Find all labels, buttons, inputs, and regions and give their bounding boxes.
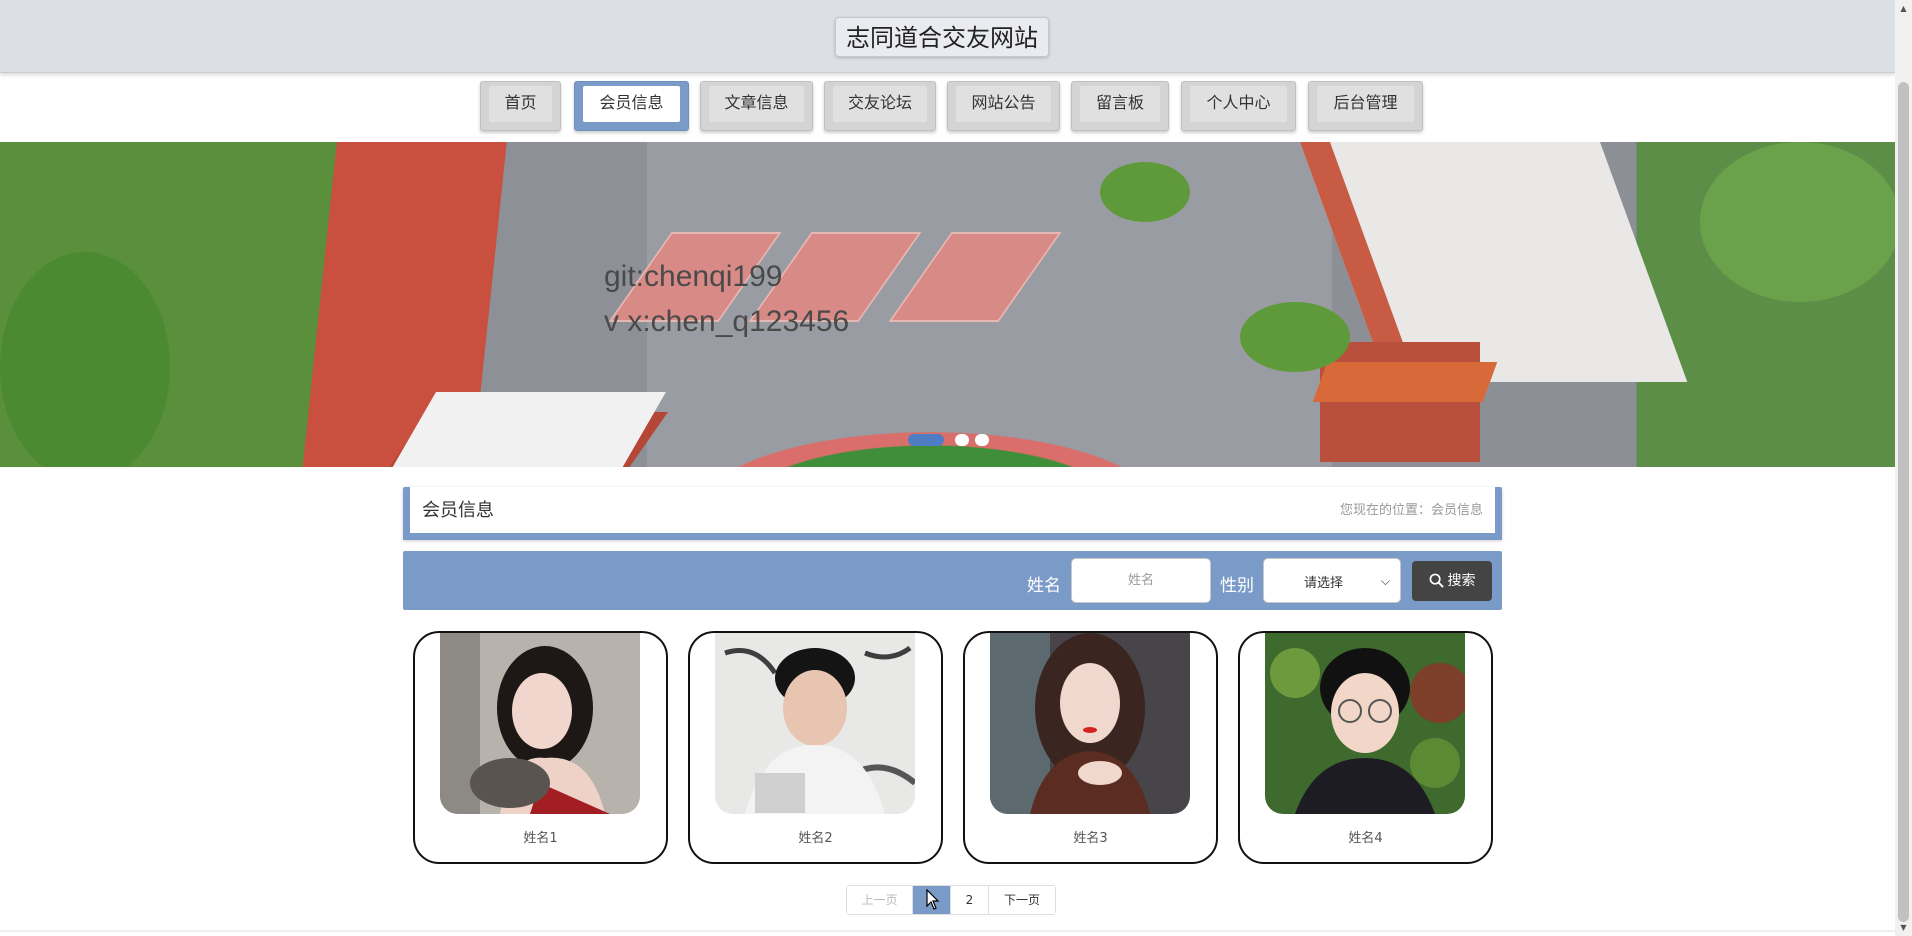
search-button-label: 搜索 <box>1447 573 1476 589</box>
pagination: 上一页 1 2 下一页 <box>846 885 1056 915</box>
member-photo-image <box>990 633 1190 814</box>
chevron-down-icon: ⌵ <box>1380 574 1390 588</box>
carousel-dot[interactable] <box>955 434 969 446</box>
nav-item-label: 交友论坛 <box>833 86 927 122</box>
banner-building <box>1320 342 1480 462</box>
member-photo[interactable] <box>990 633 1190 814</box>
page: 志同道合交友网站 首页 会员信息 文章信息 交友论坛 网站公告 留言板 个人中心… <box>0 0 1912 936</box>
nav-item-label: 个人中心 <box>1190 86 1287 122</box>
banner-caption: git:chenqi199 v x:chen_q123456 <box>604 254 849 344</box>
nav-item-label: 留言板 <box>1080 86 1160 122</box>
nav-item-label: 后台管理 <box>1317 86 1414 122</box>
site-title[interactable]: 志同道合交友网站 <box>835 17 1049 57</box>
banner-caption-line: v x:chen_q123456 <box>604 305 850 338</box>
banner-roof <box>1312 362 1498 402</box>
search-bar: 姓名 性别 请选择 ⌵ 搜索 <box>403 551 1502 610</box>
nav-item-articles[interactable]: 文章信息 <box>700 81 813 131</box>
name-search-input[interactable] <box>1071 558 1211 603</box>
scroll-down-icon[interactable]: ▼ <box>1895 919 1912 936</box>
scroll-up-icon[interactable]: ▲ <box>1895 0 1912 17</box>
next-page-button[interactable]: 下一页 <box>989 886 1055 914</box>
mouse-pointer-icon <box>926 889 940 910</box>
section-title: 会员信息 <box>422 500 494 521</box>
banner-carousel[interactable]: git:chenqi199 v x:chen_q123456 <box>0 142 1903 467</box>
breadcrumb: 您现在的位置：会员信息 <box>1339 503 1483 518</box>
member-card[interactable]: 姓名3 <box>963 631 1218 864</box>
member-photo-image <box>715 633 915 814</box>
banner-court <box>888 232 1062 322</box>
member-card[interactable]: 姓名2 <box>688 631 943 864</box>
member-photo[interactable] <box>1265 633 1465 814</box>
nav-item-guestbook[interactable]: 留言板 <box>1071 81 1169 131</box>
banner-trees <box>1100 162 1190 222</box>
nav-item-announcements[interactable]: 网站公告 <box>947 81 1060 131</box>
nav-item-admin[interactable]: 后台管理 <box>1308 81 1423 131</box>
nav-item-forum[interactable]: 交友论坛 <box>824 81 936 131</box>
banner-trees <box>1700 142 1900 302</box>
member-photo[interactable] <box>440 633 640 814</box>
member-name[interactable]: 姓名4 <box>1240 827 1491 846</box>
location-bar: 会员信息 您现在的位置：会员信息 <box>403 487 1502 540</box>
banner-trees <box>0 252 170 467</box>
gender-select-value: 请选择 <box>1304 576 1344 591</box>
banner-trees <box>1240 302 1350 372</box>
carousel-dot[interactable] <box>975 434 989 446</box>
carousel-dot[interactable] <box>908 434 944 446</box>
site-header: 志同道合交友网站 <box>0 0 1895 73</box>
main-nav: 首页 会员信息 文章信息 交友论坛 网站公告 留言板 个人中心 后台管理 <box>0 81 1895 131</box>
name-label: 姓名 <box>1027 576 1061 596</box>
prev-page-button[interactable]: 上一页 <box>847 886 913 914</box>
nav-item-label: 会员信息 <box>583 86 680 122</box>
scrollbar-thumb[interactable] <box>1898 82 1909 922</box>
nav-item-label: 首页 <box>489 86 552 122</box>
member-name[interactable]: 姓名2 <box>690 827 941 846</box>
member-photo[interactable] <box>715 633 915 814</box>
nav-item-home[interactable]: 首页 <box>480 81 561 131</box>
nav-item-personal-center[interactable]: 个人中心 <box>1181 81 1296 131</box>
gender-label: 性别 <box>1220 576 1254 596</box>
member-card[interactable]: 姓名4 <box>1238 631 1493 864</box>
scrollbar[interactable]: ▲ ▼ <box>1895 0 1912 936</box>
search-button[interactable]: 搜索 <box>1412 561 1492 601</box>
nav-item-label: 网站公告 <box>956 86 1051 122</box>
banner-caption-line: git:chenqi199 <box>604 260 783 293</box>
member-name[interactable]: 姓名3 <box>965 827 1216 846</box>
member-name[interactable]: 姓名1 <box>415 827 666 846</box>
nav-item-members[interactable]: 会员信息 <box>574 81 689 131</box>
member-photo-image <box>440 633 640 814</box>
search-icon <box>1429 573 1444 588</box>
divider <box>0 930 1895 932</box>
member-card[interactable]: 姓名1 <box>413 631 668 864</box>
page-button[interactable]: 2 <box>951 886 989 914</box>
nav-item-label: 文章信息 <box>709 86 804 122</box>
member-photo-image <box>1265 633 1465 814</box>
gender-select[interactable]: 请选择 ⌵ <box>1263 558 1401 603</box>
